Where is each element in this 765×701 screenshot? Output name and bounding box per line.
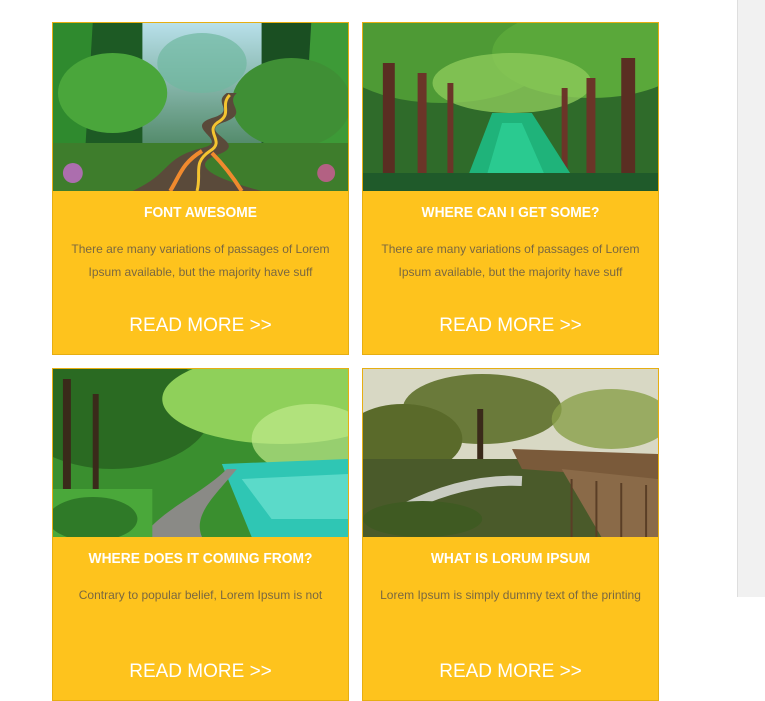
post-title: FONT AWESOME	[144, 204, 257, 221]
post-title: WHERE CAN I GET SOME?	[421, 204, 600, 221]
post-image-winding-road[interactable]	[53, 23, 348, 191]
post-image-lakeside-path[interactable]	[53, 369, 348, 537]
post-image-garden-boardwalk[interactable]	[363, 369, 658, 537]
post-title: WHAT IS LORUM IPSUM	[430, 550, 591, 567]
sidebar-panel	[737, 0, 765, 597]
post-card-font-awesome: FONT AWESOME There are many variations o…	[52, 22, 349, 355]
post-card-where-does-it-coming-from: WHERE DOES IT COMING FROM? Contrary to p…	[52, 368, 349, 701]
read-more-link[interactable]: READ MORE >>	[363, 661, 658, 683]
post-excerpt: Contrary to popular belief, Lorem Ipsum …	[78, 588, 323, 602]
post-card-where-can-i-get-some: WHERE CAN I GET SOME? There are many var…	[362, 22, 659, 355]
post-excerpt: Lorem Ipsum is simply dummy text of the …	[380, 588, 641, 602]
read-more-link[interactable]: READ MORE >>	[53, 661, 348, 683]
read-more-link[interactable]: READ MORE >>	[363, 315, 658, 337]
post-image-forest-river[interactable]	[363, 23, 658, 191]
post-excerpt: There are many variations of passages of…	[381, 242, 640, 279]
read-more-link[interactable]: READ MORE >>	[53, 315, 348, 337]
post-card-what-is-lorum-ipsum: WHAT IS LORUM IPSUM Lorem Ipsum is simpl…	[362, 368, 659, 701]
post-excerpt: There are many variations of passages of…	[71, 242, 330, 279]
post-title: WHERE DOES IT COMING FROM?	[88, 550, 313, 567]
